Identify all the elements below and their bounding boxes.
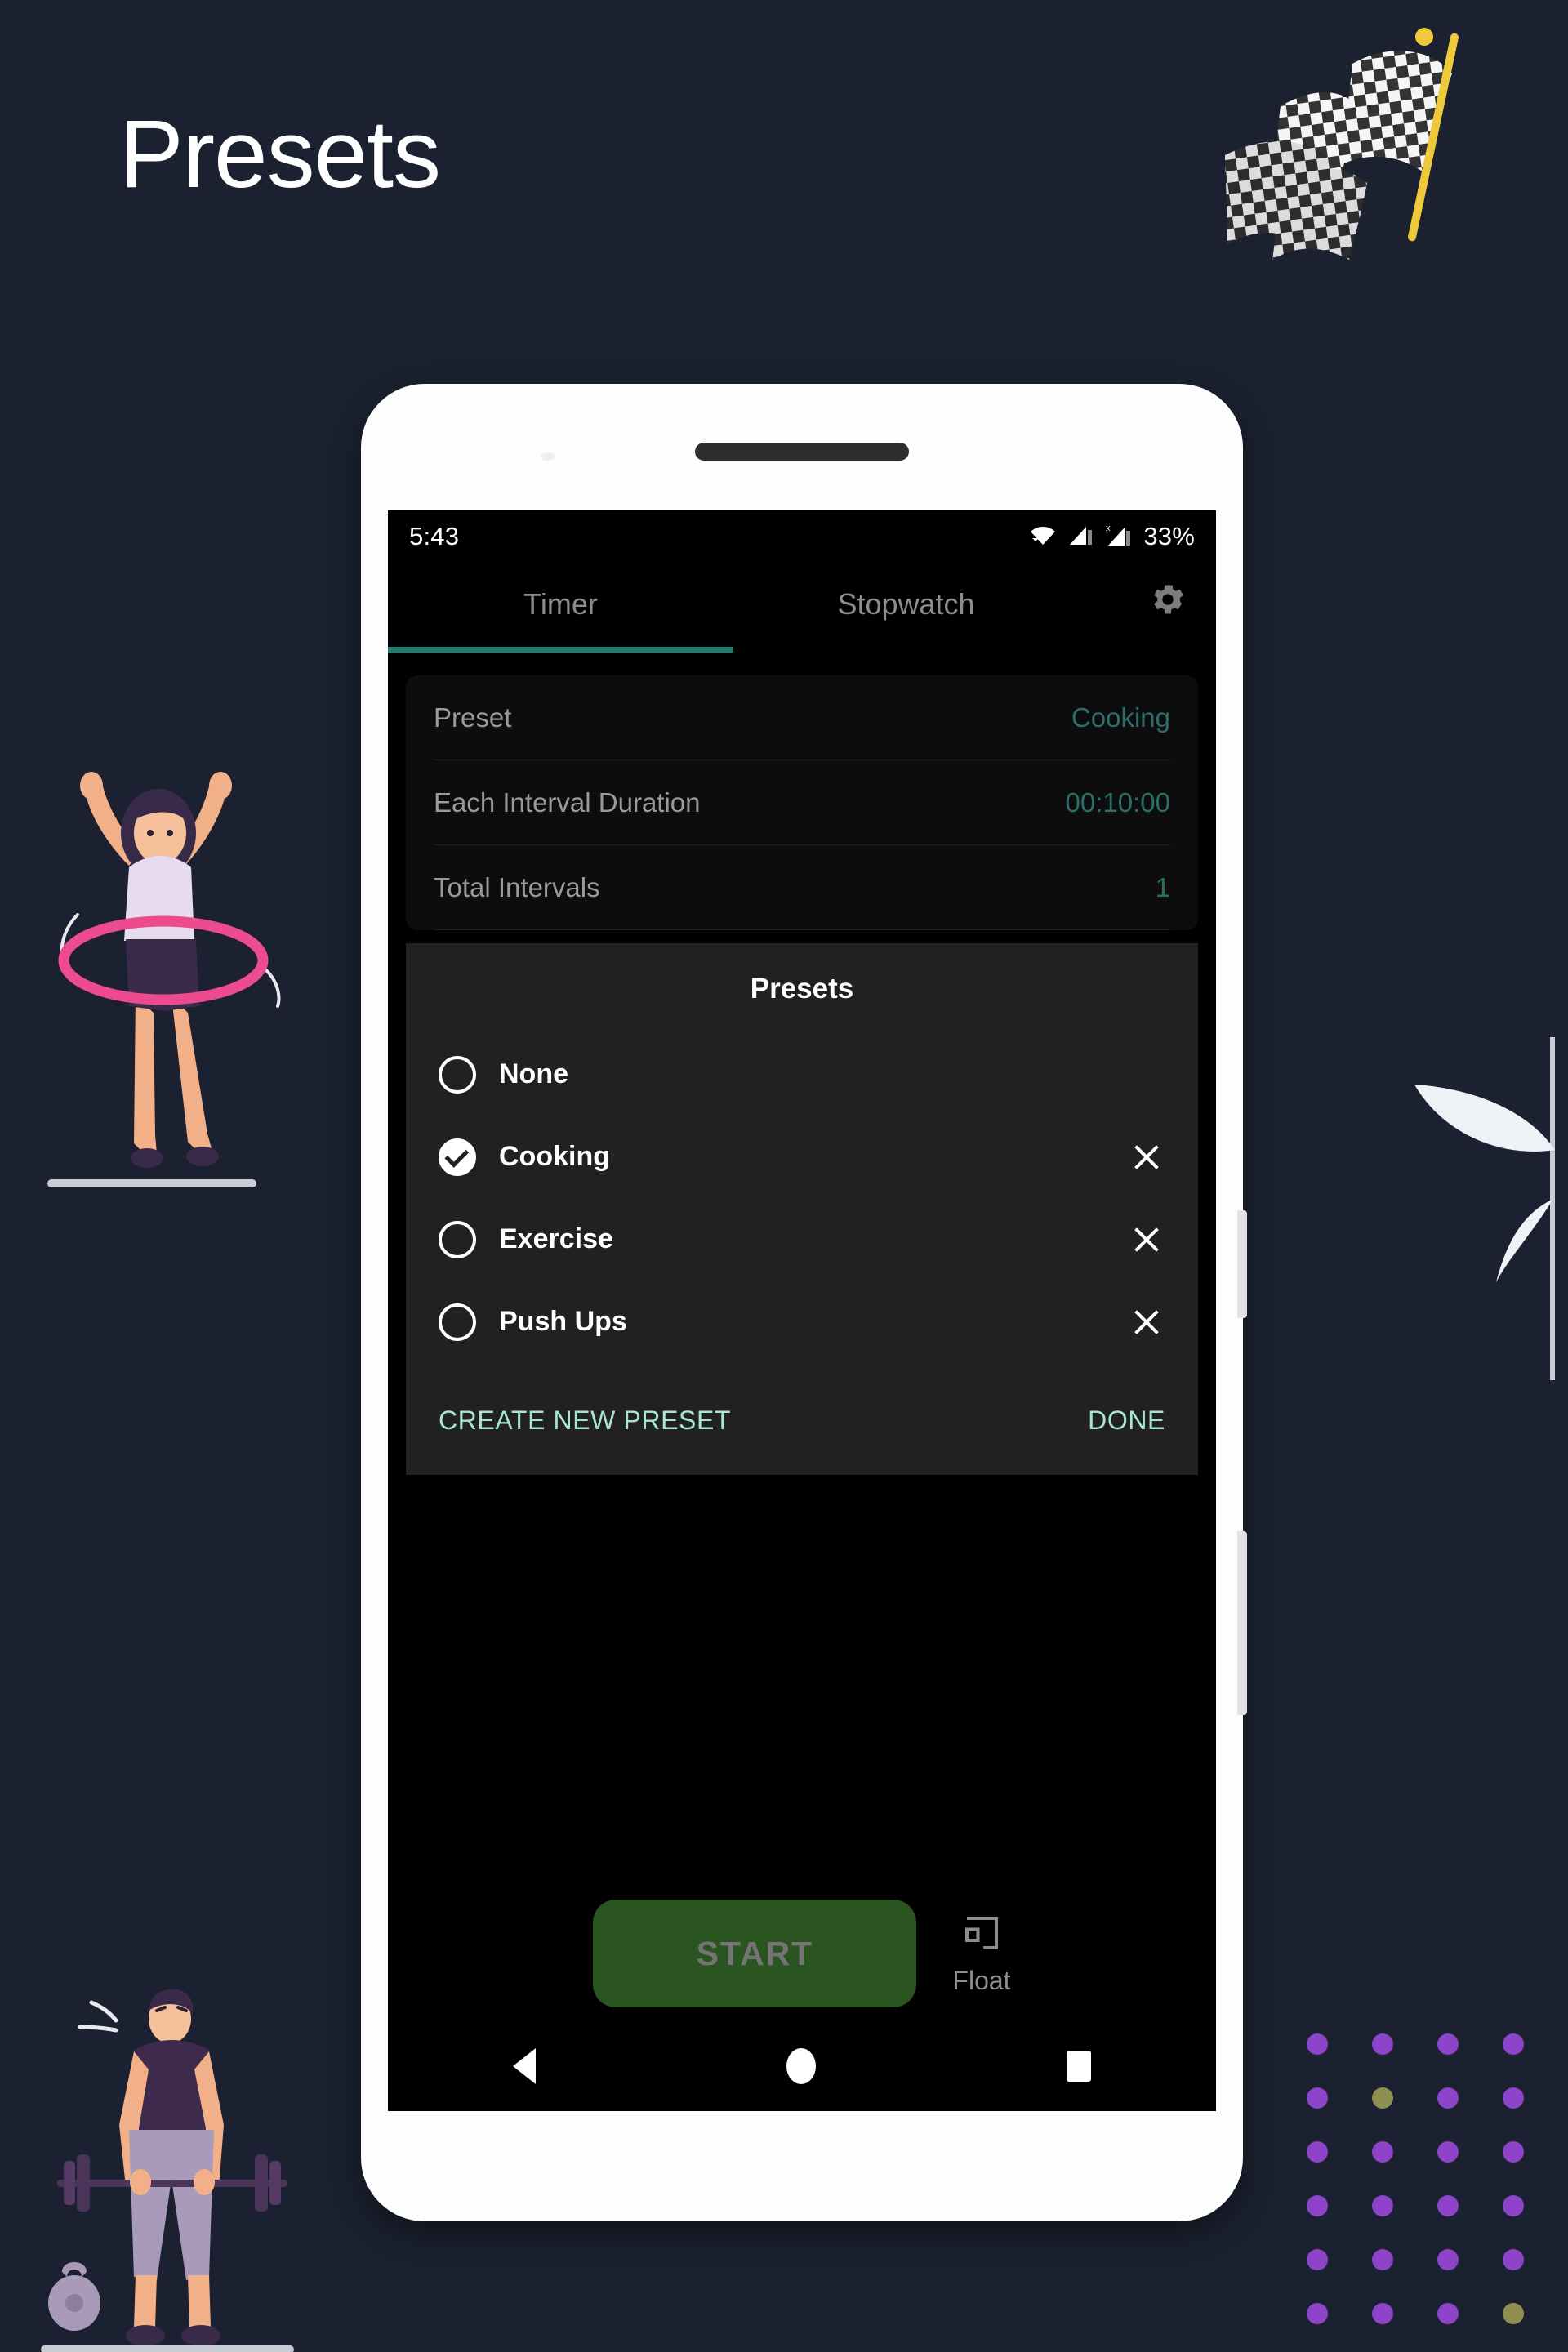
dot-grid-decoration: {"cols":4,"rows":6,"alt":[[1,1],[3,5]]} [1307,2034,1568,2352]
info-label: Each Interval Duration [434,786,701,817]
preset-name: Push Ups [499,1306,627,1337]
list-item[interactable]: Exercise [406,1198,1198,1281]
tab-active-indicator [388,647,733,653]
float-label: Float [952,1966,1011,1995]
back-triangle-icon[interactable] [513,2048,537,2084]
radio-push-ups-icon[interactable] [439,1303,476,1341]
recents-square-icon[interactable] [1066,2051,1091,2082]
grid-dot [1437,2249,1459,2270]
battery-percent: 33% [1143,522,1195,550]
signal-bars-no-sim-icon: x [1104,523,1132,551]
grid-dot [1503,2249,1524,2270]
bottom-actions: START Float [388,1900,1216,2007]
signal-bars-icon [1068,523,1093,550]
phone-front-camera [541,452,555,461]
list-item[interactable]: None [406,1033,1198,1116]
picture-in-picture-icon [960,1911,1004,1959]
info-label: Preset [434,702,512,733]
done-button[interactable]: DONE [1088,1405,1165,1436]
grid-dot [1307,2087,1328,2109]
phone-volume-button[interactable] [1237,1531,1247,1715]
weightlifter-illustration [41,1976,302,2352]
tab-stopwatch[interactable]: Stopwatch [733,587,1079,653]
close-icon[interactable] [1128,1303,1165,1341]
hula-hoop-illustration [33,751,294,1192]
grid-dot [1372,2303,1393,2324]
grid-dot [1372,2087,1393,2109]
wifi-icon [1029,523,1057,551]
close-icon[interactable] [1128,1138,1165,1176]
info-row-preset[interactable]: Preset Cooking [434,675,1170,760]
phone-screen: 5:43 x 33% Timer Stopwatch Preset Cookin… [388,510,1216,2111]
leaf-branch-icon [1380,1037,1568,1380]
grid-dot [1503,2303,1524,2324]
grid-dot [1372,2249,1393,2270]
info-value: 00:10:00 [1065,786,1170,817]
list-item[interactable]: Cooking [406,1116,1198,1198]
grid-dot [1503,2034,1524,2055]
page-title: Presets [119,100,441,208]
preset-name: None [499,1058,568,1089]
grid-dot [1372,2034,1393,2055]
preset-name: Cooking [499,1141,610,1172]
dialog-actions: CREATE NEW PRESET DONE [406,1363,1198,1475]
info-value: Cooking [1071,702,1170,733]
radio-none-icon[interactable] [439,1055,476,1094]
grid-dot [1437,2087,1459,2109]
home-circle-icon[interactable] [786,2048,816,2084]
create-new-preset-button[interactable]: CREATE NEW PRESET [439,1405,731,1436]
checkered-flag-icon [1192,15,1535,268]
grid-dot [1307,2303,1328,2324]
info-row-interval-duration[interactable]: Each Interval Duration 00:10:00 [434,760,1170,845]
preset-name: Exercise [499,1223,613,1254]
android-nav-bar [388,2021,1216,2111]
list-item[interactable]: Push Ups [406,1281,1198,1363]
phone-power-button[interactable] [1237,1210,1247,1318]
presets-dialog: Presets None Cooking Exercise Push Ups C… [406,943,1198,1475]
status-bar: 5:43 x 33% [388,510,1216,563]
grid-dot [1307,2249,1328,2270]
grid-dot [1503,2141,1524,2163]
tab-bar: Timer Stopwatch [388,563,1216,653]
grid-dot [1437,2141,1459,2163]
grid-dot [1503,2087,1524,2109]
info-label: Total Intervals [434,871,600,902]
gear-icon[interactable] [1146,577,1190,621]
tab-timer[interactable]: Timer [388,587,733,653]
radio-exercise-icon[interactable] [439,1220,476,1258]
grid-dot [1437,2034,1459,2055]
phone-speaker-grill [695,443,909,461]
grid-dot [1372,2141,1393,2163]
svg-text:x: x [1106,523,1111,533]
status-time: 5:43 [409,522,460,550]
grid-dot [1372,2195,1393,2216]
dialog-title: Presets [750,973,854,1004]
radio-cooking-icon[interactable] [439,1138,476,1176]
close-icon[interactable] [1128,1221,1165,1258]
grid-dot [1307,2141,1328,2163]
timer-info-card: Preset Cooking Each Interval Duration 00… [406,675,1198,930]
grid-dot [1307,2034,1328,2055]
start-button[interactable]: START [593,1900,917,2007]
grid-dot [1503,2195,1524,2216]
grid-dot [1307,2195,1328,2216]
info-value: 1 [1155,871,1170,902]
grid-dot [1437,2303,1459,2324]
phone-mockup: 5:43 x 33% Timer Stopwatch Preset Cookin… [361,384,1247,2221]
info-row-total-intervals[interactable]: Total Intervals 1 [434,845,1170,930]
grid-dot [1437,2195,1459,2216]
float-button[interactable]: Float [952,1911,1011,1996]
